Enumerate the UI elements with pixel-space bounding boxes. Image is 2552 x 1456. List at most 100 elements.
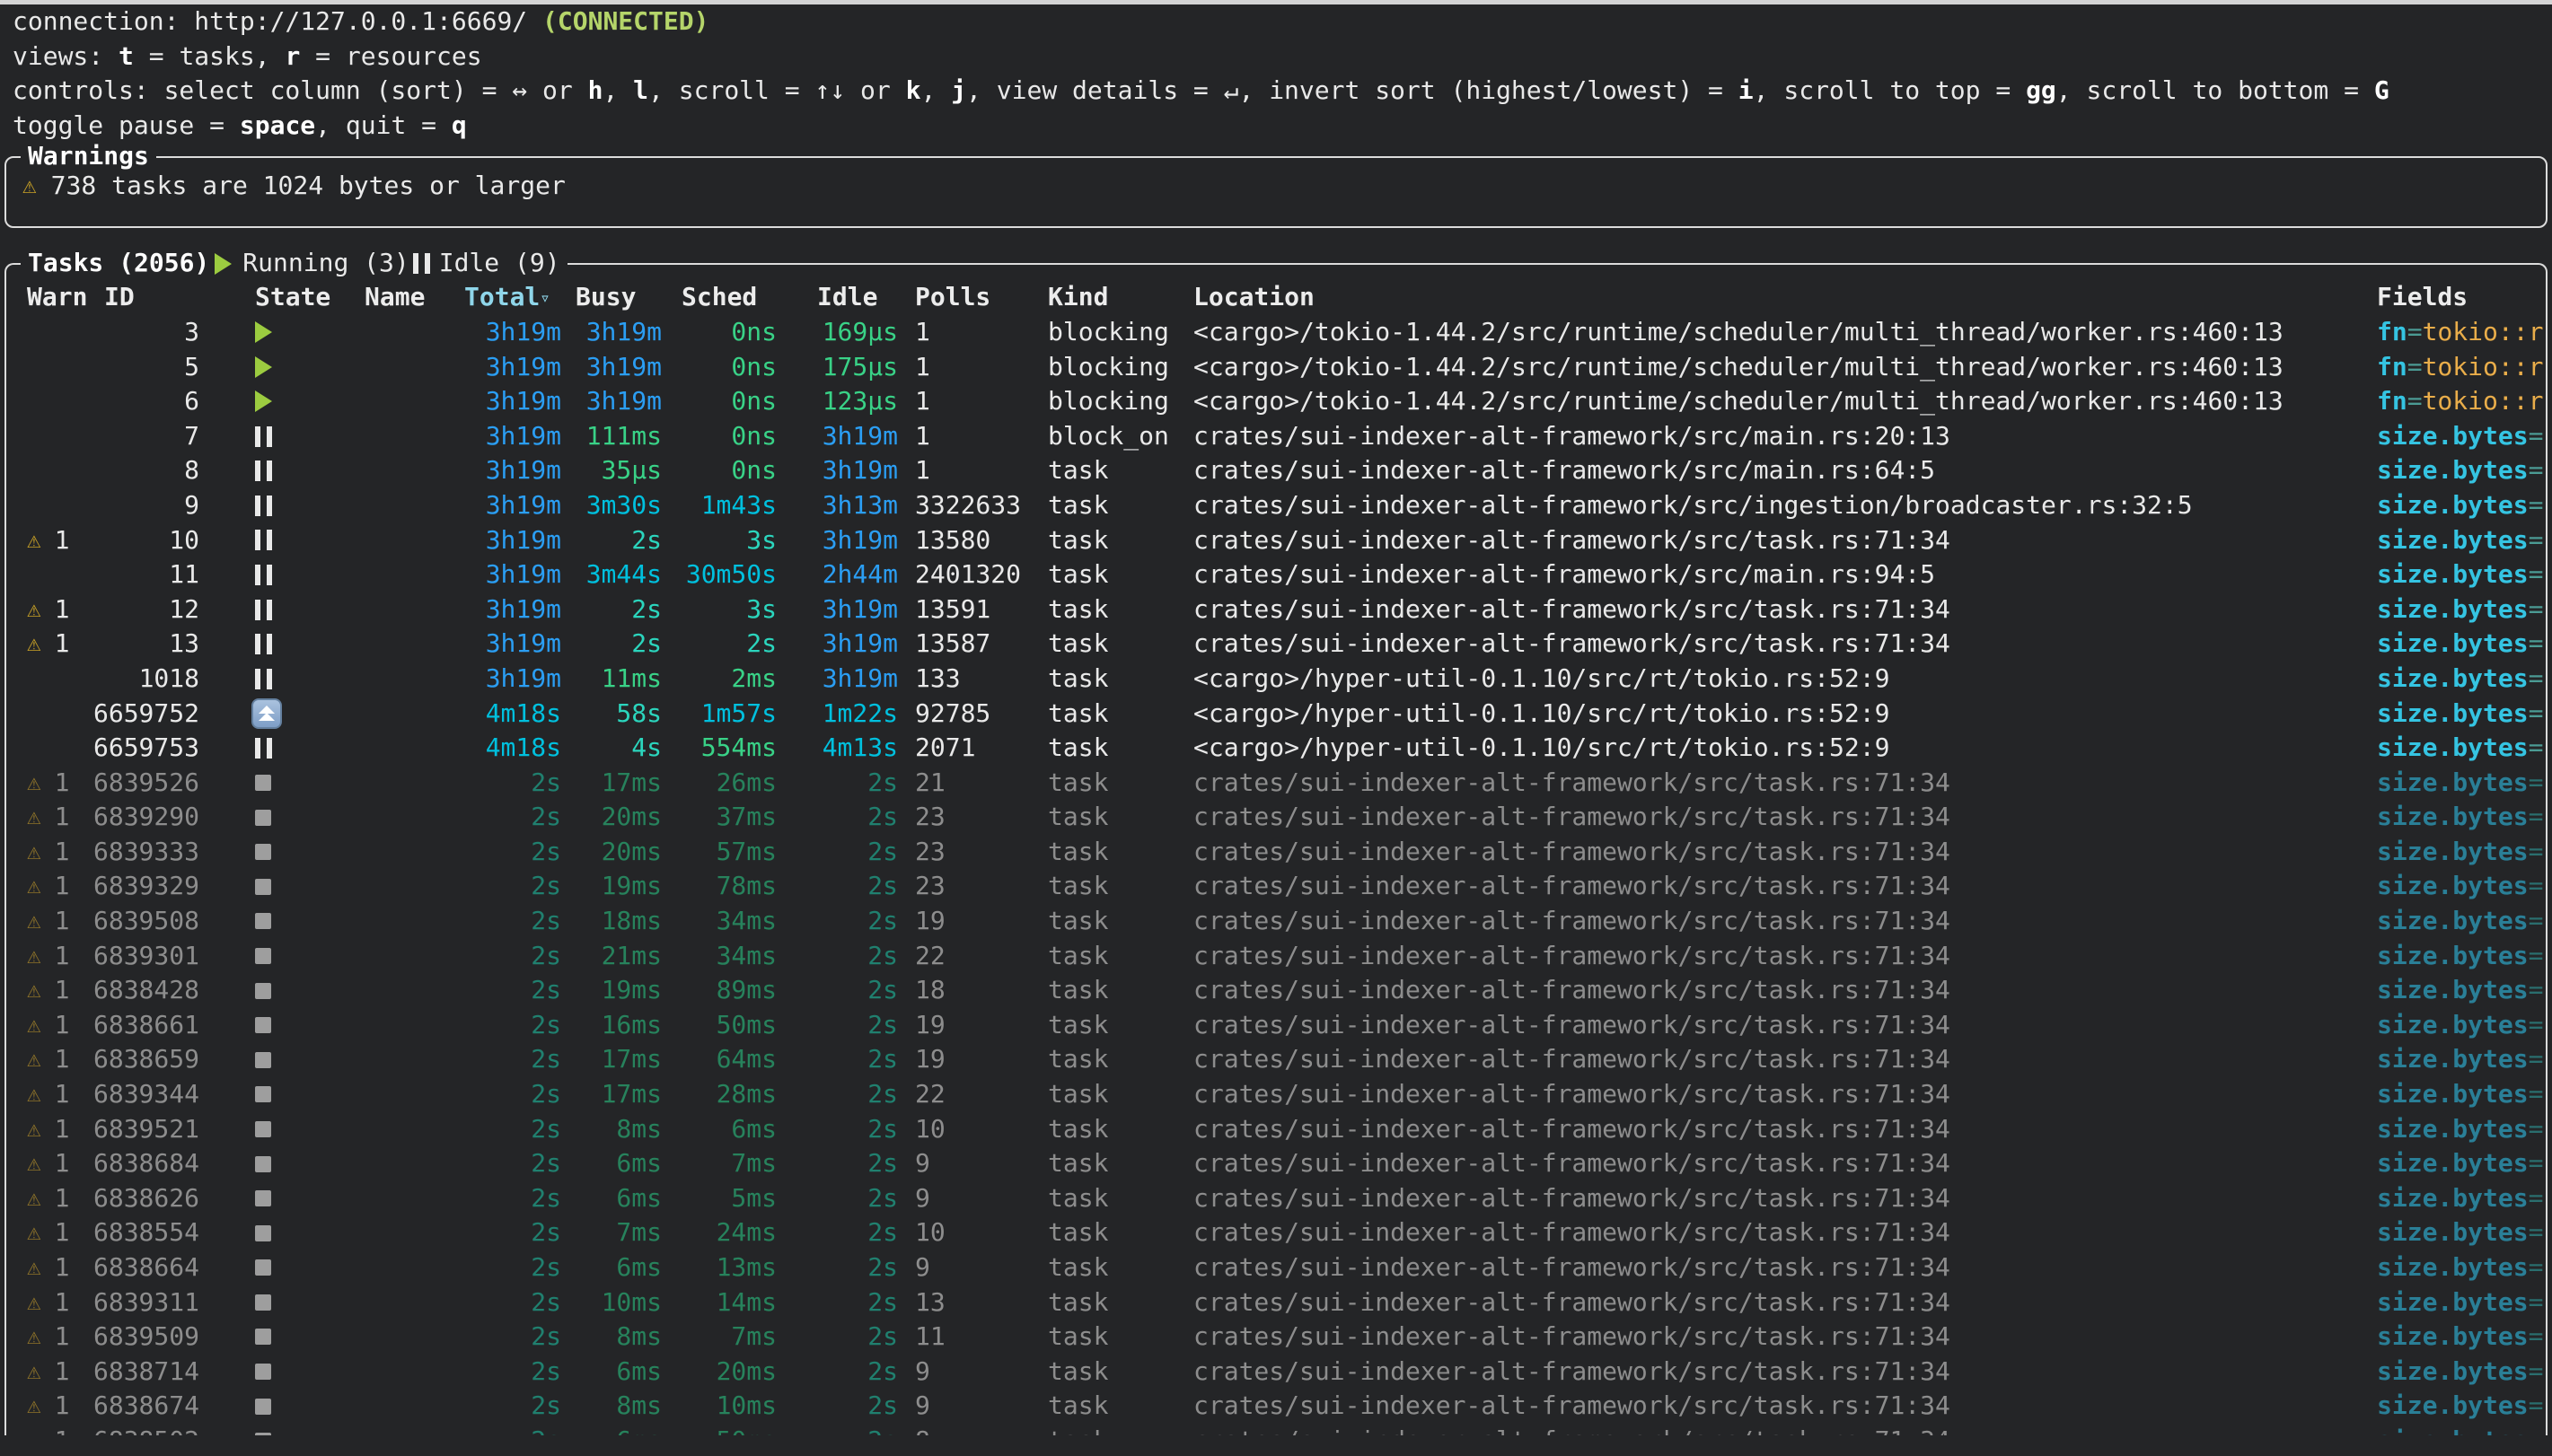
sched-value: 34ms: [717, 941, 777, 970]
table-row[interactable]: 83h19m35µs0ns3h19m1taskcrates/sui-indexe…: [6, 453, 2546, 488]
table-row[interactable]: 113h19m3m44s30m50s2h44m2401320taskcrates…: [6, 557, 2546, 592]
stopped-icon: [255, 1433, 271, 1435]
status-header: connection: http://127.0.0.1:6669/ (CONN…: [0, 4, 2552, 143]
busy-duration: 8ms: [561, 1320, 662, 1355]
table-row[interactable]: ⚠168386642s6ms13ms2s9taskcrates/sui-inde…: [6, 1250, 2546, 1285]
table-row[interactable]: 73h19m111ms0ns3h19m1block_oncrates/sui-i…: [6, 419, 2546, 454]
table-row[interactable]: ⚠168386592s17ms64ms2s19taskcrates/sui-in…: [6, 1042, 2546, 1077]
table-row[interactable]: ⚠1103h19m2s3s3h19m13580taskcrates/sui-in…: [6, 523, 2546, 558]
field-equals: =: [2529, 628, 2544, 658]
idle-duration: 2s: [777, 939, 898, 974]
table-row[interactable]: ⚠1123h19m2s3s3h19m13591taskcrates/sui-in…: [6, 592, 2546, 627]
table-row[interactable]: ⚠168395092s8ms7ms2s11taskcrates/sui-inde…: [6, 1320, 2546, 1355]
warn-count: 1: [55, 1146, 70, 1181]
busy-duration: 35µs: [561, 453, 662, 488]
sched-duration: 37ms: [662, 800, 777, 835]
column-header-name[interactable]: Name: [309, 280, 447, 315]
column-header-polls[interactable]: Polls: [898, 280, 1031, 315]
busy-value: 2s: [631, 525, 662, 555]
busy-duration: 19ms: [561, 973, 662, 1008]
table-row[interactable]: ⚠168395082s18ms34ms2s19taskcrates/sui-in…: [6, 904, 2546, 939]
idle-duration: 123µs: [777, 384, 898, 419]
table-row[interactable]: ⚠168395262s17ms26ms2s21taskcrates/sui-in…: [6, 766, 2546, 801]
column-header-id[interactable]: ID: [92, 280, 199, 315]
column-header-location[interactable]: Location: [1174, 280, 2377, 315]
idle-value: 2s: [867, 975, 898, 1004]
total-duration: 3h19m: [447, 384, 561, 419]
total-value: 3h19m: [486, 455, 561, 485]
busy-duration: 6ms: [561, 1146, 662, 1181]
column-header-sched[interactable]: Sched: [662, 280, 777, 315]
field-equals: =: [2529, 1356, 2544, 1386]
idle-duration: 2s: [777, 1042, 898, 1077]
table-row[interactable]: 93h19m3m30s1m43s3h13m3322633taskcrates/s…: [6, 488, 2546, 523]
stopped-icon: [255, 1190, 271, 1206]
table-row[interactable]: ⚠168386742s8ms10ms2s9taskcrates/sui-inde…: [6, 1389, 2546, 1424]
task-id: 13: [92, 627, 199, 662]
idle-value: 3h19m: [823, 663, 898, 693]
table-row[interactable]: 66597534m18s4s554ms4m13s2071task<cargo>/…: [6, 731, 2546, 766]
task-fields: size.bytes=: [2377, 697, 2546, 732]
column-header-warn[interactable]: Warn: [27, 280, 92, 315]
column-header-total[interactable]: Total▿: [447, 280, 561, 316]
table-row[interactable]: ⚠168393442s17ms28ms2s22taskcrates/sui-in…: [6, 1077, 2546, 1112]
table-row[interactable]: 53h19m3h19m0ns175µs1blocking<cargo>/toki…: [6, 350, 2546, 385]
task-location: crates/sui-indexer-alt-framework/src/tas…: [1174, 1008, 2377, 1043]
table-row[interactable]: 63h19m3h19m0ns123µs1blocking<cargo>/toki…: [6, 384, 2546, 419]
task-id: 6: [92, 384, 199, 419]
column-header-kind[interactable]: Kind: [1031, 280, 1174, 315]
table-row[interactable]: 66597524m18s58s1m57s1m22s92785task<cargo…: [6, 697, 2546, 732]
table-row[interactable]: ⚠168393112s10ms14ms2s13taskcrates/sui-in…: [6, 1285, 2546, 1320]
busy-duration: 3h19m: [561, 350, 662, 385]
column-header-state[interactable]: State: [199, 280, 309, 315]
idle-value: 3h19m: [823, 421, 898, 451]
task-id: 6838626: [92, 1181, 199, 1216]
warning-icon: ⚠: [27, 1008, 41, 1043]
table-row[interactable]: ⚠168384282s19ms89ms2s18taskcrates/sui-in…: [6, 973, 2546, 1008]
table-row[interactable]: ⚠168393332s20ms57ms2s23taskcrates/sui-in…: [6, 835, 2546, 870]
table-row[interactable]: ⚠168385022s6ms50ms2s8taskcrates/sui-inde…: [6, 1424, 2546, 1435]
sched-value: 28ms: [717, 1079, 777, 1109]
table-row[interactable]: ⚠168395212s8ms6ms2s10taskcrates/sui-inde…: [6, 1112, 2546, 1147]
busy-duration: 3h19m: [561, 384, 662, 419]
table-row[interactable]: ⚠168386262s6ms5ms2s9taskcrates/sui-index…: [6, 1181, 2546, 1216]
busy-duration: 10ms: [561, 1285, 662, 1320]
state-cell: [199, 844, 309, 860]
state-cell: [199, 1433, 309, 1435]
busy-value: 8ms: [616, 1390, 662, 1420]
busy-duration: 3m44s: [561, 557, 662, 592]
polls-count: 9: [898, 1146, 1031, 1181]
table-row[interactable]: ⚠168387142s6ms20ms2s9taskcrates/sui-inde…: [6, 1355, 2546, 1390]
idle-value: 3h19m: [823, 455, 898, 485]
task-kind: task: [1031, 766, 1174, 801]
column-header-idle[interactable]: Idle: [777, 280, 898, 315]
field-key: size.bytes: [2377, 1390, 2529, 1420]
busy-duration: 21ms: [561, 939, 662, 974]
column-header-label: Total: [464, 282, 540, 311]
column-header-busy[interactable]: Busy: [561, 280, 662, 315]
field-equals: =: [2529, 906, 2544, 935]
state-cell: [199, 600, 309, 620]
sched-value: 3s: [746, 525, 777, 555]
warning-icon: ⚠: [27, 800, 41, 835]
warning-item: ⚠ 738 tasks are 1024 bytes or larger: [6, 158, 2546, 204]
warning-icon: ⚠: [27, 766, 41, 801]
table-row[interactable]: ⚠168385542s7ms24ms2s10taskcrates/sui-ind…: [6, 1215, 2546, 1250]
warn-count: 1: [55, 1042, 70, 1077]
busy-value: 58s: [616, 698, 662, 728]
table-row[interactable]: 33h19m3h19m0ns169µs1blocking<cargo>/toki…: [6, 315, 2546, 350]
idle-value: 2s: [867, 767, 898, 797]
busy-duration: 16ms: [561, 1008, 662, 1043]
table-row[interactable]: 10183h19m11ms2ms3h19m133task<cargo>/hype…: [6, 662, 2546, 697]
table-row[interactable]: ⚠168393292s19ms78ms2s23taskcrates/sui-in…: [6, 869, 2546, 904]
column-header-fields[interactable]: Fields: [2377, 280, 2546, 315]
table-row[interactable]: ⚠168386842s6ms7ms2s9taskcrates/sui-index…: [6, 1146, 2546, 1181]
table-row[interactable]: ⚠168392902s20ms37ms2s23taskcrates/sui-in…: [6, 800, 2546, 835]
table-row[interactable]: ⚠168393012s21ms34ms2s22taskcrates/sui-in…: [6, 939, 2546, 974]
warn-count: 1: [55, 627, 70, 662]
field-key: size.bytes: [2377, 837, 2529, 866]
table-row[interactable]: ⚠1133h19m2s2s3h19m13587taskcrates/sui-in…: [6, 627, 2546, 662]
field-equals: =: [2529, 559, 2544, 589]
idle-duration: 2s: [777, 1181, 898, 1216]
table-row[interactable]: ⚠168386612s16ms50ms2s19taskcrates/sui-in…: [6, 1008, 2546, 1043]
